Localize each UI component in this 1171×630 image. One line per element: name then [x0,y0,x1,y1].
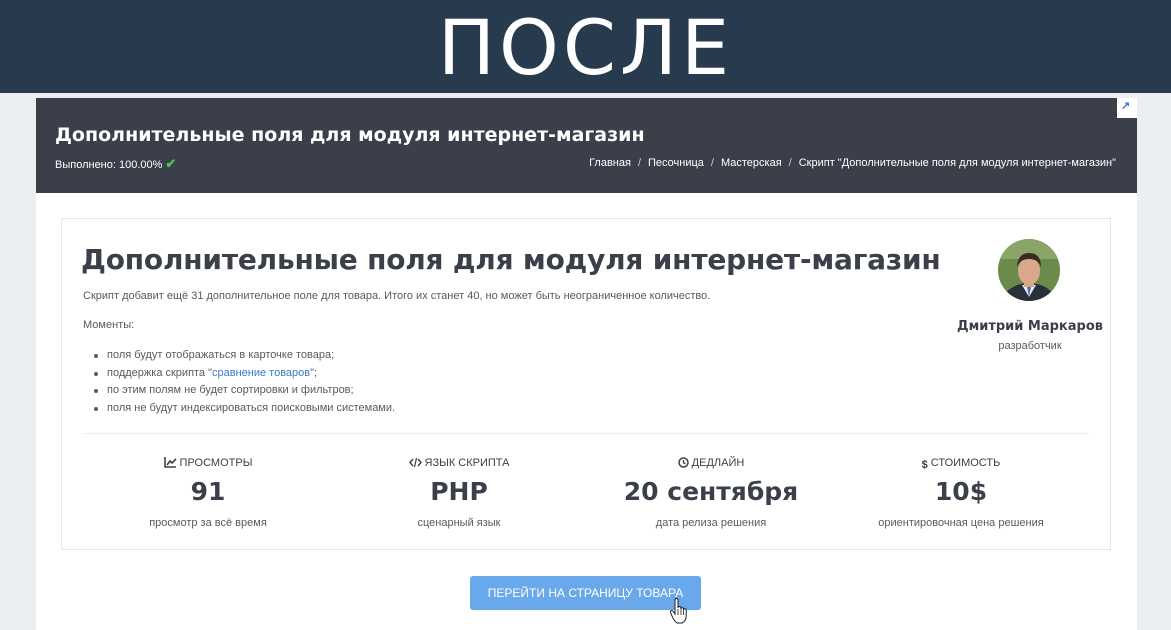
chart-icon [163,457,177,468]
divider [83,433,1089,434]
list-item: поля не будут индексироваться поисковыми… [93,400,395,418]
stat-deadline: ДЕДЛАЙН 20 сентября дата релиза решения [586,455,836,529]
script-card: Дополнительные поля для модуля интернет-… [61,218,1111,550]
breadcrumb-item-current: Скрипт "Дополнительные поля для модуля и… [798,157,1116,169]
breadcrumb-item-home[interactable]: Главная [589,157,631,169]
breadcrumb-separator: / [710,157,714,169]
page-header: Дополнительные поля для модуля интернет-… [36,98,1137,193]
features-list: поля будут отображаться в карточке товар… [93,347,395,418]
stat-price: $ СТОИМОСТЬ 10$ ориентировочная цена реше… [836,455,1086,529]
expand-button[interactable]: ↗ [1117,98,1137,118]
arrow-up-right-icon: ↗ [1121,100,1131,112]
hand-cursor-icon [669,598,687,624]
code-icon [408,457,422,468]
stat-caption: сценарный язык [417,517,501,529]
avatar[interactable] [998,239,1060,301]
moments-label: Моменты: [83,319,135,331]
page-container: Дополнительные поля для модуля интернет-… [36,98,1137,630]
clock-icon [677,457,689,468]
breadcrumb-item-workshop[interactable]: Мастерская [721,157,782,169]
stat-caption: ориентировочная цена решения [878,517,1044,529]
breadcrumb-item-sandbox[interactable]: Песочница [648,157,704,169]
author-name[interactable]: Дмитрий Маркаров [930,319,1130,334]
card-description: Скрипт добавит ещё 31 дополнительное пол… [83,290,711,302]
banner-text: ПОСЛЕ [437,3,734,92]
stat-caption: просмотр за всё время [149,517,267,529]
stat-value: PHP [430,477,488,506]
progress-label: Выполнено: 100.00% [55,159,163,171]
avatar-image [998,239,1060,301]
check-icon: ✔ [165,156,177,171]
progress-status: Выполнено: 100.00% ✔ [55,156,176,172]
list-item: поля будут отображаться в карточке товар… [93,347,395,365]
page-title: Дополнительные поля для модуля интернет-… [55,124,645,146]
card-title: Дополнительные поля для модуля интернет-… [81,243,941,276]
stat-value: 20 сентября [623,477,799,506]
breadcrumb-separator: / [637,157,641,169]
top-banner: ПОСЛЕ [0,0,1171,93]
list-item: поддержка скрипта "сравнение товаров"; [93,365,395,383]
list-item: по этим полям не будет сортировки и филь… [93,382,395,400]
stat-caption: дата релиза решения [655,517,767,529]
stat-value: 91 [190,477,226,506]
breadcrumb: Главная / Песочница / Мастерская / Скрипт "Доп… [589,157,1116,169]
stat-views: ПРОСМОТРЫ 91 просмотр за всё время [83,455,333,529]
author-role: разработчик [998,340,1062,352]
stat-language: ЯЗЫК СКРИПТА PHP сценарный язык [334,455,584,529]
compare-products-link[interactable]: сравнение товаров [212,367,310,379]
dollar-icon: $ [921,459,928,471]
go-to-product-button[interactable]: ПЕРЕЙТИ НА СТРАНИЦУ ТОВАРА [470,576,701,610]
breadcrumb-separator: / [788,157,792,169]
stat-value: 10$ [934,477,988,506]
